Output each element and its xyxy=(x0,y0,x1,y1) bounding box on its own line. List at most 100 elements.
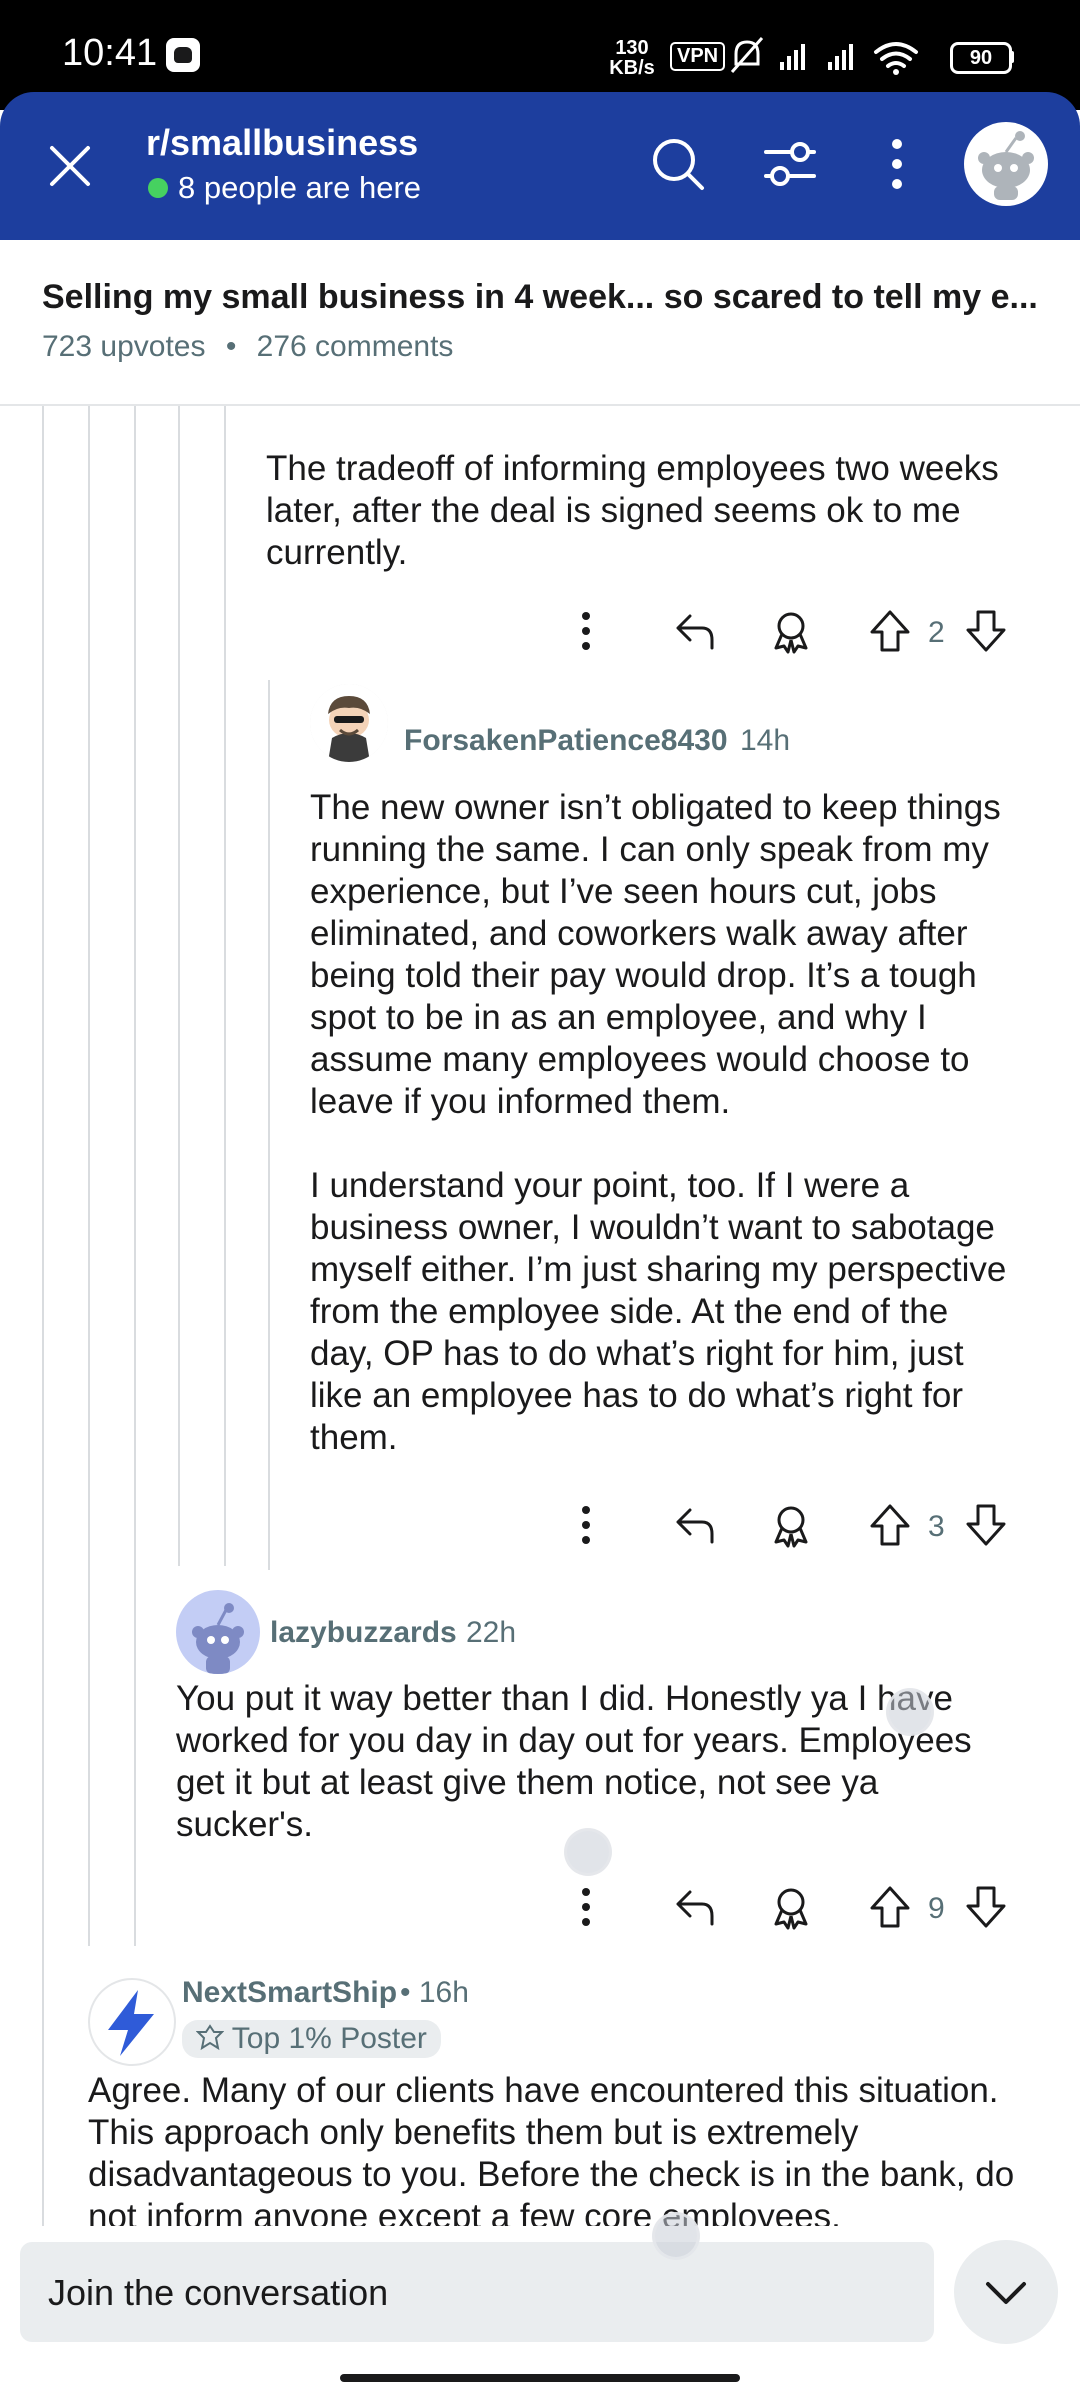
more-options-icon[interactable] xyxy=(576,606,596,656)
award-icon[interactable] xyxy=(766,1500,816,1550)
snoo-avatar-icon xyxy=(978,131,1034,200)
comment-body: The new owner isn’t obligated to keep th… xyxy=(310,787,1006,1459)
award-icon[interactable] xyxy=(766,606,816,656)
comment-line: You put it way better than I did. Honest… xyxy=(176,1679,953,1718)
reply-icon[interactable] xyxy=(670,1882,720,1932)
flair-icon xyxy=(195,2024,225,2051)
user-avatar[interactable] xyxy=(964,122,1048,206)
more-options-icon[interactable] xyxy=(576,1500,596,1550)
thread-line xyxy=(42,406,44,2226)
award-icon[interactable] xyxy=(766,1882,816,1932)
meta-separator: • xyxy=(225,330,237,363)
touch-indicator xyxy=(564,1828,612,1876)
comment-line: The tradeoff of informing employees two … xyxy=(266,449,999,488)
touch-indicator xyxy=(886,1688,934,1736)
network-speed: 130 KB/s xyxy=(606,38,658,78)
upvote-icon[interactable] xyxy=(868,606,912,656)
comment-line: myself either. I’m just sharing my persp… xyxy=(310,1250,1007,1289)
search-icon[interactable] xyxy=(648,134,708,194)
comment-line: Agree. Many of our clients have encounte… xyxy=(88,2071,999,2110)
comment-line: being told their pay would drop. It’s a … xyxy=(310,956,977,995)
comment-line: them. xyxy=(310,1418,398,1457)
reply-icon[interactable] xyxy=(670,1500,720,1550)
network-speed-unit: KB/s xyxy=(609,57,655,79)
downvote-icon[interactable] xyxy=(964,606,1008,656)
app-notification-icon xyxy=(166,38,200,72)
flair-text: Top 1% Poster xyxy=(231,2022,427,2055)
home-indicator[interactable] xyxy=(340,2374,740,2382)
battery-nub xyxy=(1010,51,1014,63)
online-count: 8 people are here xyxy=(178,170,422,205)
user-flair: Top 1% Poster xyxy=(182,2020,441,2058)
comment-line: The new owner isn’t obligated to keep th… xyxy=(310,788,1001,827)
snoo-avatar-icon xyxy=(192,1603,244,1674)
touch-indicator xyxy=(652,2212,700,2260)
thread-line xyxy=(224,406,226,1566)
comment-actions: 3 xyxy=(560,1500,1020,1560)
signal-wifi-icons xyxy=(730,37,918,75)
next-comment-button[interactable] xyxy=(954,2240,1058,2344)
comment-actions: 2 xyxy=(560,606,1020,666)
comment-line: leave if you informed them. xyxy=(310,1082,731,1121)
comment-author[interactable]: ForsakenPatience8430 xyxy=(404,724,728,758)
vpn-badge: VPN xyxy=(670,42,726,71)
comment-line: later, after the deal is signed seems ok… xyxy=(266,491,961,530)
comment-line: currently. xyxy=(266,533,408,572)
subreddit-name[interactable]: r/smallbusiness xyxy=(146,122,418,164)
comment-line: get it but at least give them notice, no… xyxy=(176,1763,879,1802)
subreddit-header: r/smallbusiness 8 people are here xyxy=(0,92,1080,240)
downvote-icon[interactable] xyxy=(964,1500,1008,1550)
comment-time: 22h xyxy=(466,1616,517,1649)
post-meta: 723 upvotes • 276 comments xyxy=(42,330,453,364)
comment-line: experience, but I’ve seen hours cut, job… xyxy=(310,872,937,911)
more-options-icon[interactable] xyxy=(576,1882,596,1932)
comment-line: assume many employees would choose to xyxy=(310,1040,970,1079)
close-icon[interactable] xyxy=(44,140,96,192)
status-time: 10:41 xyxy=(62,32,158,74)
comment-body: The tradeoff of informing employees two … xyxy=(266,448,999,574)
snoo-avatar-icon xyxy=(310,684,388,762)
thread-line xyxy=(178,406,180,1566)
commenter-avatar[interactable] xyxy=(176,1590,260,1674)
network-speed-value: 130 xyxy=(615,37,649,59)
comment-line: eliminated, and coworkers walk away afte… xyxy=(310,914,968,953)
comment-line: business owner, I wouldn’t want to sabot… xyxy=(310,1208,995,1247)
upvote-count: 723 upvotes xyxy=(42,330,206,363)
comment-line: running the same. I can only speak from … xyxy=(310,830,989,869)
comment-author[interactable]: NextSmartShip xyxy=(182,1976,397,2010)
chevron-down-icon xyxy=(986,2282,1026,2304)
thread-line xyxy=(268,680,270,1570)
comment-time: 14h xyxy=(740,724,791,757)
upvote-icon[interactable] xyxy=(868,1882,912,1932)
comment-time-value: 16h xyxy=(418,1976,469,2009)
vote-count: 9 xyxy=(928,1892,945,1925)
upvote-icon[interactable] xyxy=(868,1500,912,1550)
meta-separator: • xyxy=(400,1976,411,2009)
downvote-icon[interactable] xyxy=(964,1882,1008,1932)
lightning-avatar-icon xyxy=(108,1990,154,2056)
more-options-icon[interactable] xyxy=(872,134,922,194)
comment-line: like an employee has to do what’s right … xyxy=(310,1376,964,1415)
header-divider xyxy=(0,404,1080,406)
comment-line: worked for you day in day out for years.… xyxy=(176,1721,972,1760)
reply-icon[interactable] xyxy=(670,606,720,656)
comment-body: You put it way better than I did. Honest… xyxy=(176,1678,972,1846)
battery-indicator: 90 xyxy=(950,42,1012,74)
online-dot xyxy=(148,178,168,198)
commenter-avatar[interactable] xyxy=(310,684,388,762)
comment-author[interactable]: lazybuzzards xyxy=(270,1616,457,1650)
comment-line: disadvantageous to you. Before the check… xyxy=(88,2155,1015,2194)
sort-filter-icon[interactable] xyxy=(760,134,820,194)
post-title[interactable]: Selling my small business in 4 week... s… xyxy=(42,278,1038,317)
comment-actions: 9 xyxy=(560,1882,1020,1942)
thread-line xyxy=(88,406,90,1946)
vote-count: 2 xyxy=(928,616,945,649)
comment-line: from the employee side. At the end of th… xyxy=(310,1292,949,1331)
comment-time: • 16h xyxy=(400,1976,469,2010)
join-conversation-placeholder: Join the conversation xyxy=(48,2272,389,2313)
comment-line: spot to be in as an employee, and why I xyxy=(310,998,927,1037)
comment-count: 276 comments xyxy=(256,330,454,363)
commenter-avatar[interactable] xyxy=(88,1978,176,2066)
vote-count: 3 xyxy=(928,1510,945,1543)
comment-line: I understand your point, too. If I were … xyxy=(310,1166,910,1205)
